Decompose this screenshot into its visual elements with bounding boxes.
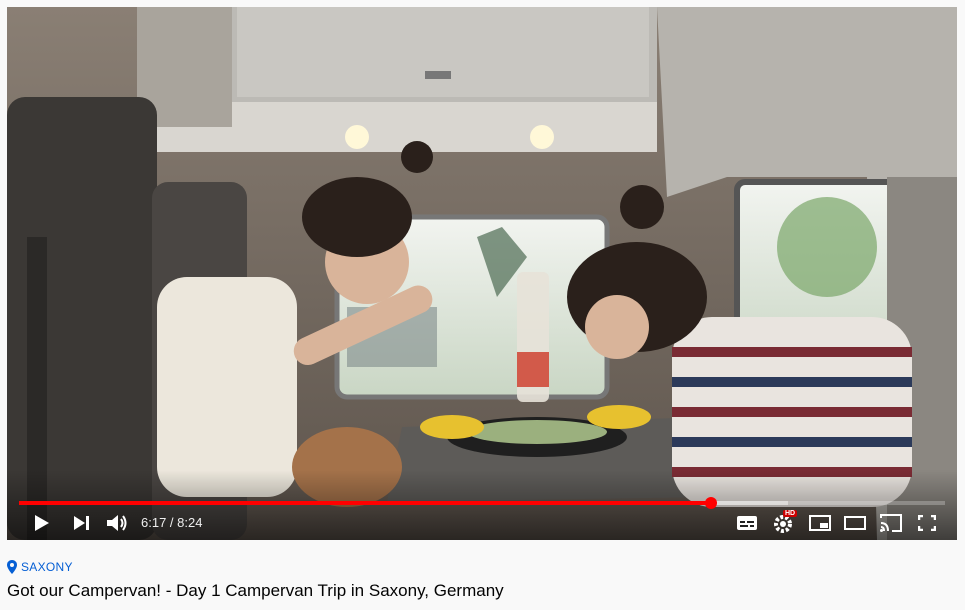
volume-icon bbox=[107, 515, 127, 531]
hd-badge: HD bbox=[783, 510, 798, 517]
video-meta: SAXONY bbox=[7, 560, 73, 574]
time-separator: / bbox=[166, 515, 178, 530]
progress-bar[interactable] bbox=[19, 497, 945, 509]
play-button[interactable] bbox=[31, 510, 53, 536]
cast-icon bbox=[880, 514, 902, 532]
time-display: 6:17 / 8:24 bbox=[141, 515, 202, 530]
fullscreen-button[interactable] bbox=[915, 510, 939, 536]
miniplayer-button[interactable] bbox=[807, 510, 833, 536]
play-icon bbox=[35, 515, 49, 531]
next-button[interactable] bbox=[70, 510, 94, 536]
progress-scrubber-handle[interactable] bbox=[704, 497, 717, 509]
next-icon bbox=[74, 516, 89, 530]
subtitles-button[interactable] bbox=[735, 510, 759, 536]
duration: 8:24 bbox=[177, 515, 203, 530]
cast-button[interactable] bbox=[878, 510, 904, 536]
current-time: 6:17 bbox=[141, 515, 167, 530]
miniplayer-icon bbox=[809, 515, 831, 531]
fullscreen-icon bbox=[918, 515, 936, 531]
theater-mode-button[interactable] bbox=[842, 510, 868, 536]
video-player[interactable]: 6:17 / 8:24 HD bbox=[7, 7, 957, 540]
video-title: Got our Campervan! - Day 1 Campervan Tri… bbox=[7, 581, 504, 600]
location-label: SAXONY bbox=[21, 560, 73, 574]
location-link[interactable]: SAXONY bbox=[7, 560, 73, 574]
video-frame bbox=[7, 7, 957, 540]
progress-played bbox=[19, 501, 711, 505]
volume-button[interactable] bbox=[105, 510, 131, 536]
settings-button[interactable]: HD bbox=[770, 510, 798, 536]
theater-icon bbox=[844, 516, 866, 530]
location-pin-icon bbox=[7, 560, 17, 574]
subtitles-icon bbox=[737, 516, 757, 530]
